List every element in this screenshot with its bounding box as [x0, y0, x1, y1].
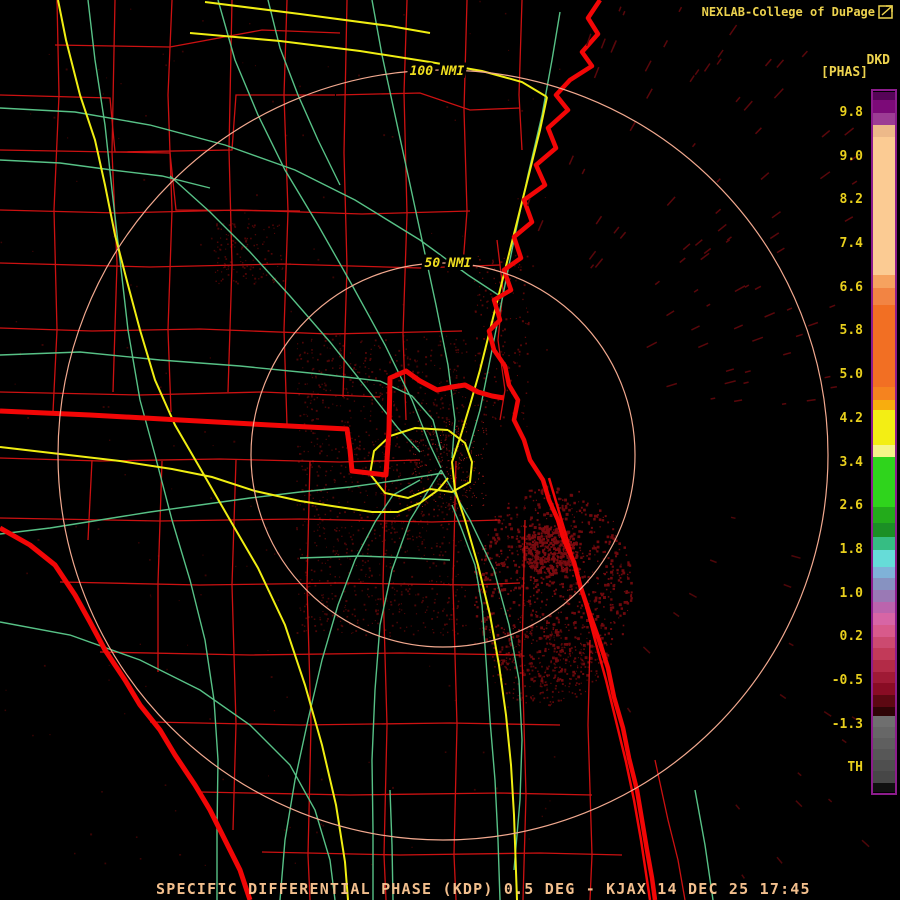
colorbar-segment	[873, 92, 895, 100]
colorbar-segment	[873, 760, 895, 771]
colorbar-segment	[873, 613, 895, 625]
colorbar-segment	[873, 457, 895, 507]
radar-viewer: { "header": { "source": "NEXLAB-College …	[0, 0, 900, 900]
colorbar-segment	[873, 100, 895, 113]
colorbar-segment	[873, 113, 895, 125]
colorbar-segment	[873, 125, 895, 137]
colorbar-tick-label: 9.0	[839, 149, 863, 164]
range-ring-label: 100 NMI	[410, 64, 465, 79]
colorbar-segment	[873, 727, 895, 738]
product-code-label: DKD	[866, 53, 890, 68]
colorbar-tick-label: TH	[847, 760, 863, 775]
colorbar-tick-label: 1.8	[839, 542, 863, 557]
colorbar-tick-label: 5.8	[839, 323, 863, 338]
colorbar-tick-label: 2.6	[839, 498, 863, 513]
colorbar-segment	[873, 683, 895, 695]
colorbar-segment	[873, 716, 895, 727]
colorbar-segment	[873, 695, 895, 707]
colorbar-segment	[873, 749, 895, 760]
colorbar-tick-label: 3.4	[839, 455, 863, 470]
colorbar-tick-label: 4.2	[839, 411, 863, 426]
colorbar-segment	[873, 288, 895, 305]
colorbar-segment	[873, 707, 895, 716]
product-caption: SPECIFIC DIFFERENTIAL PHASE (KDP) 0.5 DE…	[156, 880, 811, 898]
colorbar-segment	[873, 410, 895, 445]
colorbar-segment	[873, 445, 895, 457]
colorbar-segment	[873, 137, 895, 275]
colorbar-segment	[873, 590, 895, 602]
colorbar-tick-label: -0.5	[831, 673, 863, 688]
colorbar-segment	[873, 537, 895, 550]
colorbar-tick-label: 8.2	[839, 192, 863, 207]
colorbar-segment	[873, 578, 895, 590]
colorbar-segment	[873, 637, 895, 648]
colorbar-segment	[873, 602, 895, 613]
colorbar-segment	[873, 625, 895, 637]
colorbar-tick-label: -1.3	[831, 717, 863, 732]
source-title: NEXLAB-College of DuPage	[701, 5, 875, 19]
colorbar-segment	[873, 523, 895, 537]
colorbar-tick-label: 6.6	[839, 280, 863, 295]
range-ring-label: 50 NMI	[425, 256, 472, 271]
colorbar-segment	[873, 305, 895, 387]
colorbar-segment	[873, 660, 895, 672]
colorbar-tick-label: 1.0	[839, 586, 863, 601]
colorbar-segment	[873, 783, 895, 792]
colorbar-segment	[873, 400, 895, 410]
colorbar-tick-label: 0.2	[839, 629, 863, 644]
colorbar-segment	[873, 567, 895, 578]
units-label: [PHAS]	[821, 65, 868, 80]
colorbar-tick-label: 9.8	[839, 105, 863, 120]
colorbar-segment	[873, 738, 895, 749]
colorbar-segment	[873, 648, 895, 660]
colorbar-segment	[873, 507, 895, 523]
external-link-icon	[878, 5, 893, 19]
colorbar-segment	[873, 550, 895, 567]
colorbar-segment	[873, 387, 895, 400]
colorbar-tick-label: 7.4	[839, 236, 863, 251]
colorbar-tick-label: 5.0	[839, 367, 863, 382]
colorbar-segment	[873, 771, 895, 783]
colorbar-segment	[873, 275, 895, 288]
radar-map: 50 NMI 100 NMI	[0, 0, 900, 900]
colorbar	[871, 89, 897, 795]
colorbar-segment	[873, 672, 895, 683]
